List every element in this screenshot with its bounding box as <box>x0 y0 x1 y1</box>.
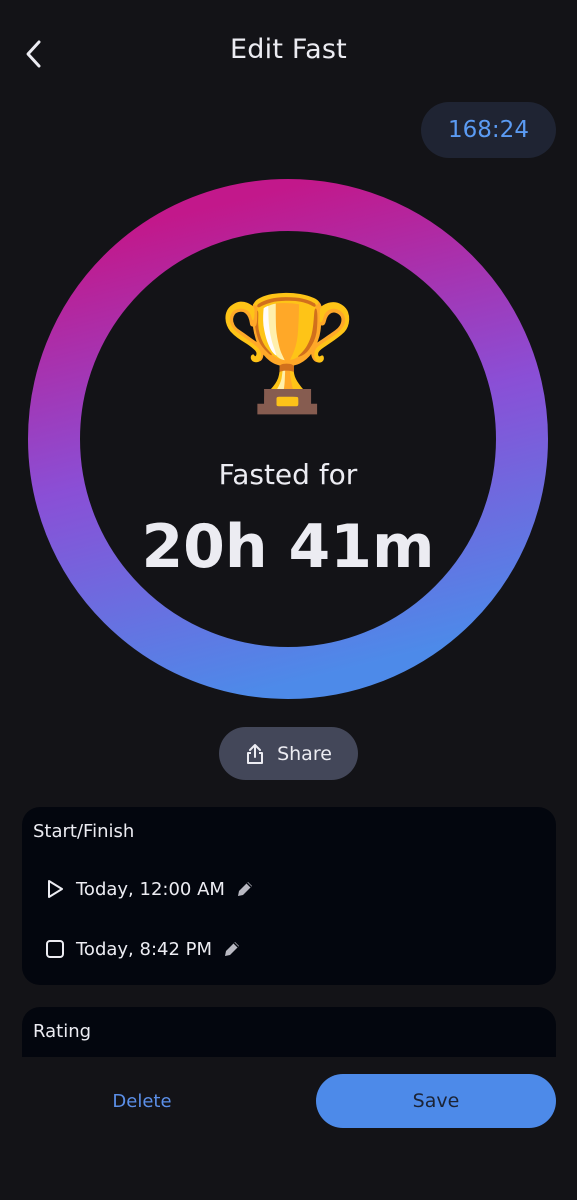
start-finish-card: Start/Finish Today, 12:00 AM Today, 8:42… <box>22 807 556 985</box>
page-title: Edit Fast <box>230 34 347 65</box>
start-time-text: Today, 12:00 AM <box>76 878 225 900</box>
progress-ring-graphic <box>28 179 548 699</box>
share-button[interactable]: Share <box>219 727 358 780</box>
pencil-icon[interactable] <box>235 879 255 899</box>
finish-time-row[interactable]: Today, 8:42 PM <box>44 938 242 960</box>
fasted-duration: 20h 41m <box>141 512 435 582</box>
share-icon <box>247 743 264 764</box>
delete-button[interactable]: Delete <box>92 1079 192 1123</box>
elapsed-timer-badge[interactable]: 168:24 <box>421 102 556 158</box>
progress-ring-arc <box>28 179 548 699</box>
start-finish-title: Start/Finish <box>33 821 135 842</box>
play-icon <box>48 880 63 898</box>
finish-time-text: Today, 8:42 PM <box>76 938 213 960</box>
pencil-icon[interactable] <box>222 939 242 959</box>
start-time-row[interactable]: Today, 12:00 AM <box>44 878 255 900</box>
fasted-label: Fasted for <box>218 458 358 491</box>
save-button[interactable]: Save <box>316 1074 556 1128</box>
edit-fast-screen: Edit Fast 168:24 🏆 Fasted for 20h 41m Sh… <box>0 0 577 1200</box>
fast-progress-ring: 🏆 Fasted for 20h 41m <box>27 178 549 700</box>
share-label: Share <box>277 742 332 765</box>
rating-card: Rating <box>22 1007 556 1057</box>
rating-title: Rating <box>33 1021 92 1042</box>
trophy-icon: 🏆 <box>218 289 358 419</box>
stop-icon <box>46 940 64 958</box>
